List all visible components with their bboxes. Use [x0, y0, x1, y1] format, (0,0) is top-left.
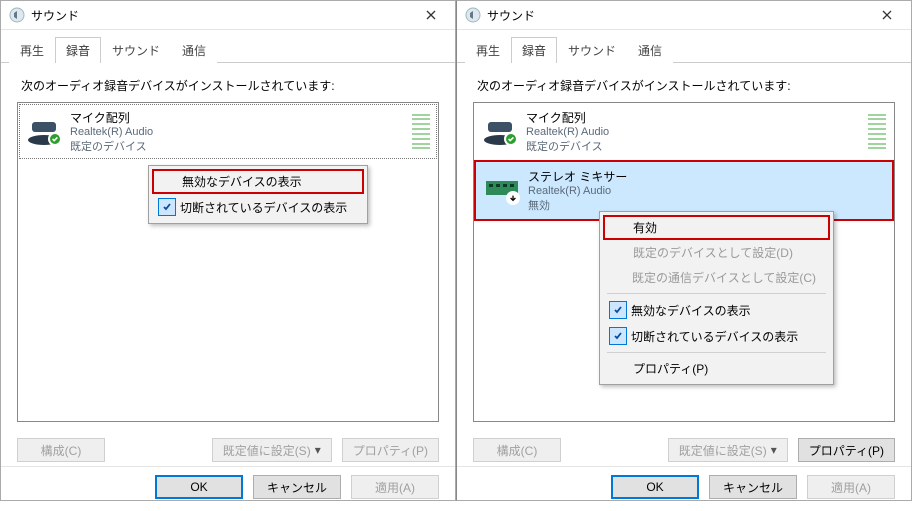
- context-menu: 有効 既定のデバイスとして設定(D) 既定の通信デバイスとして設定(C) 無効な…: [599, 211, 834, 385]
- device-list[interactable]: マイク配列 Realtek(R) Audio 既定のデバイス 無効なデバイスの表…: [17, 102, 439, 422]
- device-name: ステレオ ミキサー: [528, 168, 884, 185]
- tab-recording[interactable]: 録音: [55, 37, 101, 63]
- tab-comm[interactable]: 通信: [171, 37, 217, 63]
- properties-button: プロパティ(P): [342, 438, 439, 462]
- device-name: マイク配列: [526, 109, 862, 126]
- device-driver: Realtek(R) Audio: [526, 126, 862, 138]
- ctx-enable[interactable]: 有効: [603, 215, 830, 240]
- ctx-show-disabled[interactable]: 無効なデバイスの表示: [603, 297, 830, 323]
- close-button[interactable]: [411, 1, 451, 29]
- device-status: 既定のデバイス: [526, 138, 862, 154]
- ctx-label: 既定の通信デバイスとして設定(C): [632, 269, 816, 286]
- apply-button: 適用(A): [807, 475, 895, 499]
- set-default-button: 既定値に設定(S)▾: [668, 438, 788, 462]
- spacer: [609, 220, 629, 236]
- ctx-properties[interactable]: プロパティ(P): [603, 356, 830, 381]
- device-list[interactable]: マイク配列 Realtek(R) Audio 既定のデバイス ステレオ ミキサー: [473, 102, 895, 422]
- tab-comm[interactable]: 通信: [627, 37, 673, 63]
- sound-dialog-right: サウンド 再生 録音 サウンド 通信 次のオーディオ録音デバイスがインストールさ…: [456, 0, 912, 501]
- device-status: 既定のデバイス: [70, 138, 406, 154]
- device-text: マイク配列 Realtek(R) Audio 既定のデバイス: [70, 109, 406, 154]
- device-driver: Realtek(R) Audio: [528, 185, 884, 197]
- instruction-text: 次のオーディオ録音デバイスがインストールされています:: [477, 77, 895, 94]
- list-buttons: 構成(C) 既定値に設定(S)▾ プロパティ(P): [457, 430, 911, 466]
- configure-button: 構成(C): [473, 438, 561, 462]
- close-button[interactable]: [867, 1, 907, 29]
- disabled-arrow-icon: [506, 191, 520, 205]
- instruction-text: 次のオーディオ録音デバイスがインストールされています:: [21, 77, 439, 94]
- stereo-mixer-icon: [484, 177, 520, 205]
- list-buttons: 構成(C) 既定値に設定(S)▾ プロパティ(P): [1, 430, 455, 466]
- default-check-icon: [48, 132, 62, 146]
- window-title: サウンド: [487, 7, 867, 24]
- tab-sound[interactable]: サウンド: [101, 37, 171, 63]
- ctx-show-disconnected[interactable]: 切断されているデバイスの表示: [152, 194, 364, 220]
- configure-button: 構成(C): [17, 438, 105, 462]
- ok-button[interactable]: OK: [155, 475, 243, 499]
- separator: [607, 352, 826, 353]
- ctx-set-default-comm: 既定の通信デバイスとして設定(C): [603, 265, 830, 290]
- device-row-mic[interactable]: マイク配列 Realtek(R) Audio 既定のデバイス: [18, 103, 438, 160]
- spacer: [609, 245, 629, 261]
- ctx-label: 有効: [633, 219, 657, 236]
- ctx-show-disabled[interactable]: 無効なデバイスの表示: [152, 169, 364, 194]
- chevron-down-icon: ▾: [771, 443, 777, 457]
- device-text: ステレオ ミキサー Realtek(R) Audio 無効: [528, 168, 884, 213]
- mic-array-icon: [26, 118, 62, 146]
- ctx-label: 既定のデバイスとして設定(D): [633, 244, 793, 261]
- device-driver: Realtek(R) Audio: [70, 126, 406, 138]
- window-title: サウンド: [31, 7, 411, 24]
- tabstrip: 再生 録音 サウンド 通信: [1, 30, 455, 63]
- sound-dialog-left: サウンド 再生 録音 サウンド 通信 次のオーディオ録音デバイスがインストールさ…: [0, 0, 456, 501]
- titlebar[interactable]: サウンド: [1, 1, 455, 30]
- ok-button[interactable]: OK: [611, 475, 699, 499]
- dialog-footer: OK キャンセル 適用(A): [1, 466, 455, 511]
- tab-body: 次のオーディオ録音デバイスがインストールされています: マイク配列 Realte…: [457, 63, 911, 430]
- mic-array-icon: [482, 118, 518, 146]
- tabstrip: 再生 録音 サウンド 通信: [457, 30, 911, 63]
- cancel-button[interactable]: キャンセル: [709, 475, 797, 499]
- separator: [607, 293, 826, 294]
- check-icon: [609, 301, 627, 319]
- apply-button: 適用(A): [351, 475, 439, 499]
- sound-icon: [9, 7, 25, 23]
- level-meter: [412, 114, 430, 150]
- ctx-label: プロパティ(P): [633, 360, 708, 377]
- device-text: マイク配列 Realtek(R) Audio 既定のデバイス: [526, 109, 862, 154]
- spacer: [158, 174, 178, 190]
- cancel-button[interactable]: キャンセル: [253, 475, 341, 499]
- tab-body: 次のオーディオ録音デバイスがインストールされています: マイク配列 Realte…: [1, 63, 455, 430]
- spacer: [609, 361, 629, 377]
- ctx-label: 切断されているデバイスの表示: [631, 328, 798, 345]
- device-row-mic[interactable]: マイク配列 Realtek(R) Audio 既定のデバイス: [474, 103, 894, 160]
- level-meter: [868, 114, 886, 150]
- tab-recording[interactable]: 録音: [511, 37, 557, 63]
- ctx-set-default: 既定のデバイスとして設定(D): [603, 240, 830, 265]
- default-check-icon: [504, 132, 518, 146]
- titlebar[interactable]: サウンド: [457, 1, 911, 30]
- tab-sound[interactable]: サウンド: [557, 37, 627, 63]
- check-icon: [158, 198, 176, 216]
- context-menu: 無効なデバイスの表示 切断されているデバイスの表示: [148, 165, 368, 224]
- check-icon: [609, 327, 627, 345]
- chevron-down-icon: ▾: [315, 443, 321, 457]
- tab-playback[interactable]: 再生: [465, 37, 511, 63]
- ctx-label: 無効なデバイスの表示: [182, 173, 302, 190]
- tab-playback[interactable]: 再生: [9, 37, 55, 63]
- spacer: [609, 270, 628, 286]
- device-name: マイク配列: [70, 109, 406, 126]
- ctx-label: 切断されているデバイスの表示: [180, 199, 347, 216]
- ctx-show-disconnected[interactable]: 切断されているデバイスの表示: [603, 323, 830, 349]
- properties-button[interactable]: プロパティ(P): [798, 438, 895, 462]
- dialog-footer: OK キャンセル 適用(A): [457, 466, 911, 511]
- ctx-label: 無効なデバイスの表示: [631, 302, 751, 319]
- sound-icon: [465, 7, 481, 23]
- set-default-button: 既定値に設定(S)▾: [212, 438, 332, 462]
